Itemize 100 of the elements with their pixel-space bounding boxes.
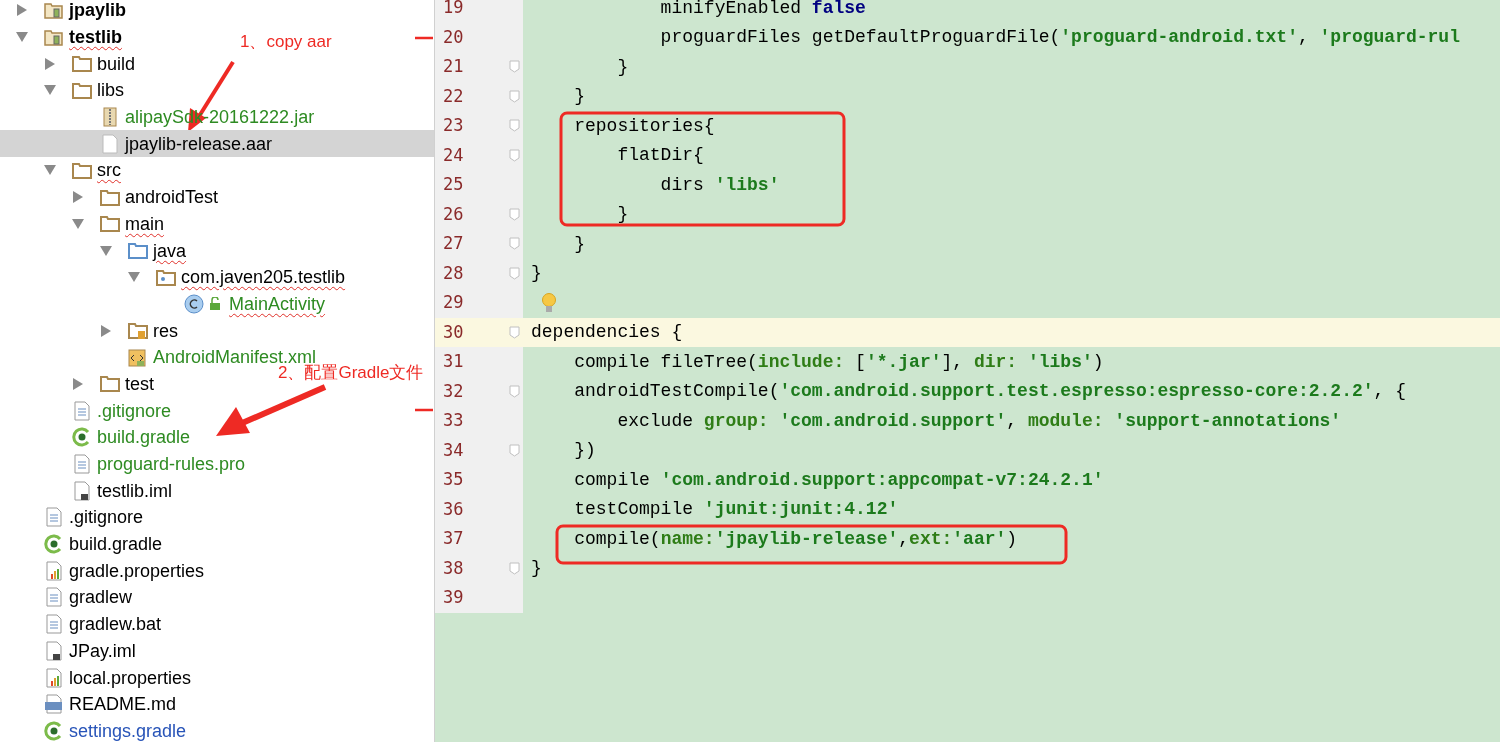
tree-item[interactable]: java: [0, 237, 189, 264]
tree-item[interactable]: build: [0, 50, 138, 78]
expand-arrow-icon[interactable]: [44, 56, 56, 71]
file-name: libs: [97, 81, 125, 100]
tree-item[interactable]: libs: [0, 77, 126, 104]
gradle-icon: [72, 427, 92, 448]
marker-line: [415, 36, 433, 40]
annotation-text: 1、copy aar: [240, 31, 332, 53]
tree-item[interactable]: .gitignore: [0, 397, 174, 424]
line-number: 37: [443, 530, 464, 548]
code-line: dirs 'libs': [659, 175, 780, 194]
expand-arrow-icon[interactable]: [72, 190, 84, 205]
file-name: JPay.iml: [69, 641, 137, 660]
code-line: flatDir{: [616, 146, 704, 165]
file-name: gradlew.bat: [69, 615, 163, 634]
line-number: 25: [443, 176, 464, 194]
line-number: 21: [443, 58, 464, 76]
expand-arrow-icon[interactable]: [72, 376, 84, 391]
fold-marker-icon[interactable]: [509, 60, 520, 74]
collapse-arrow-icon[interactable]: [15, 31, 29, 44]
collapse-arrow-icon[interactable]: [43, 164, 57, 177]
file-name: jpaylib: [69, 1, 127, 20]
tree-item[interactable]: test: [0, 370, 156, 398]
tree-item[interactable]: com.javen205.testlib: [0, 263, 348, 291]
resource-folder-icon: [128, 321, 148, 340]
file-name: testlib.iml: [97, 481, 173, 500]
line-number: 23: [443, 117, 464, 135]
tree-item[interactable]: jpaylib: [0, 0, 128, 24]
expand-arrow-icon[interactable]: [16, 3, 28, 18]
expand-arrow-icon[interactable]: [100, 323, 112, 338]
tree-item[interactable]: androidTest: [0, 183, 221, 211]
file-name: jpaylib-release.aar: [125, 134, 274, 153]
tree-item[interactable]: gradle.properties: [0, 557, 207, 585]
line-number: 24: [443, 146, 464, 164]
properties-file-icon: [46, 667, 62, 688]
file-name: androidTest: [125, 188, 220, 207]
code-line: dependencies {: [531, 323, 683, 342]
tree-item[interactable]: build.gradle: [0, 424, 193, 451]
code-line: exclude group: 'com.android.support', module: 'support-annotations': [616, 411, 1342, 430]
code-line: compile 'com.android.support:appcompat-v7:24.2.1': [573, 470, 1104, 489]
line-number: 31: [443, 353, 464, 371]
module-file-icon: [74, 480, 90, 501]
tree-item[interactable]: proguard-rules.pro: [0, 450, 248, 478]
folder-icon: [72, 81, 92, 99]
code-line: }): [573, 441, 596, 460]
fold-marker-icon[interactable]: [509, 325, 520, 339]
line-number: 39: [443, 589, 464, 607]
fold-marker-icon[interactable]: [509, 384, 520, 398]
tree-item[interactable]: testlib.iml: [0, 477, 174, 505]
folder-icon: [100, 215, 120, 233]
tree-item[interactable]: res: [0, 317, 180, 344]
collapse-arrow-icon[interactable]: [127, 271, 141, 284]
tree-item[interactable]: .gitignore: [0, 504, 146, 531]
tree-item[interactable]: jpaylib-release.aar: [0, 130, 434, 158]
lightbulb-icon[interactable]: [541, 291, 557, 314]
fold-marker-icon[interactable]: [509, 89, 520, 103]
file-name: MainActivity: [229, 294, 327, 313]
collapse-arrow-icon[interactable]: [71, 217, 85, 230]
fold-marker-icon[interactable]: [509, 148, 520, 162]
properties-file-icon: [46, 560, 62, 581]
class-icon: [184, 293, 204, 314]
line-number: 32: [443, 382, 464, 400]
line-number: 30: [443, 323, 464, 341]
tree-item[interactable]: gradlew: [0, 584, 135, 611]
code-line: }: [616, 205, 629, 224]
folder-icon: [72, 161, 92, 179]
text-file-icon: [46, 507, 62, 528]
code-line: }: [573, 234, 585, 253]
fold-marker-icon[interactable]: [509, 207, 520, 221]
fold-marker-icon[interactable]: [509, 561, 520, 575]
archive-icon: [103, 107, 117, 128]
tree-item[interactable]: gradlew.bat: [0, 610, 164, 638]
text-file-icon: [46, 587, 62, 608]
line-number: 35: [443, 471, 464, 489]
fold-marker-icon[interactable]: [509, 443, 520, 457]
file-name: .gitignore: [69, 508, 145, 527]
collapse-arrow-icon[interactable]: [43, 84, 57, 97]
code-line: repositories{: [573, 116, 715, 135]
file-name: local.properties: [69, 668, 193, 687]
tree-item[interactable]: settings.gradle: [0, 717, 189, 742]
folder-icon: [100, 375, 120, 393]
folder-icon: [128, 242, 148, 260]
line-number: 27: [443, 235, 464, 253]
tree-item[interactable]: main: [0, 210, 166, 238]
tree-item[interactable]: MainActivity: [0, 290, 328, 318]
tree-item[interactable]: testlib: [0, 23, 124, 51]
tree-item[interactable]: JPay.iml: [0, 637, 138, 665]
tree-item[interactable]: src: [0, 157, 123, 184]
line-number: 33: [443, 412, 464, 430]
fold-marker-icon[interactable]: [509, 266, 520, 280]
tree-item[interactable]: local.properties: [0, 664, 194, 691]
fold-marker-icon[interactable]: [509, 237, 520, 251]
folder-icon: [72, 55, 92, 73]
file-name: build.gradle: [69, 535, 164, 554]
tree-item[interactable]: README.md: [0, 690, 178, 718]
tree-item[interactable]: build.gradle: [0, 530, 165, 558]
file-name: settings.gradle: [69, 721, 188, 740]
fold-marker-icon[interactable]: [509, 119, 520, 133]
collapse-arrow-icon[interactable]: [99, 244, 113, 257]
manifest-file-icon: [128, 347, 148, 368]
